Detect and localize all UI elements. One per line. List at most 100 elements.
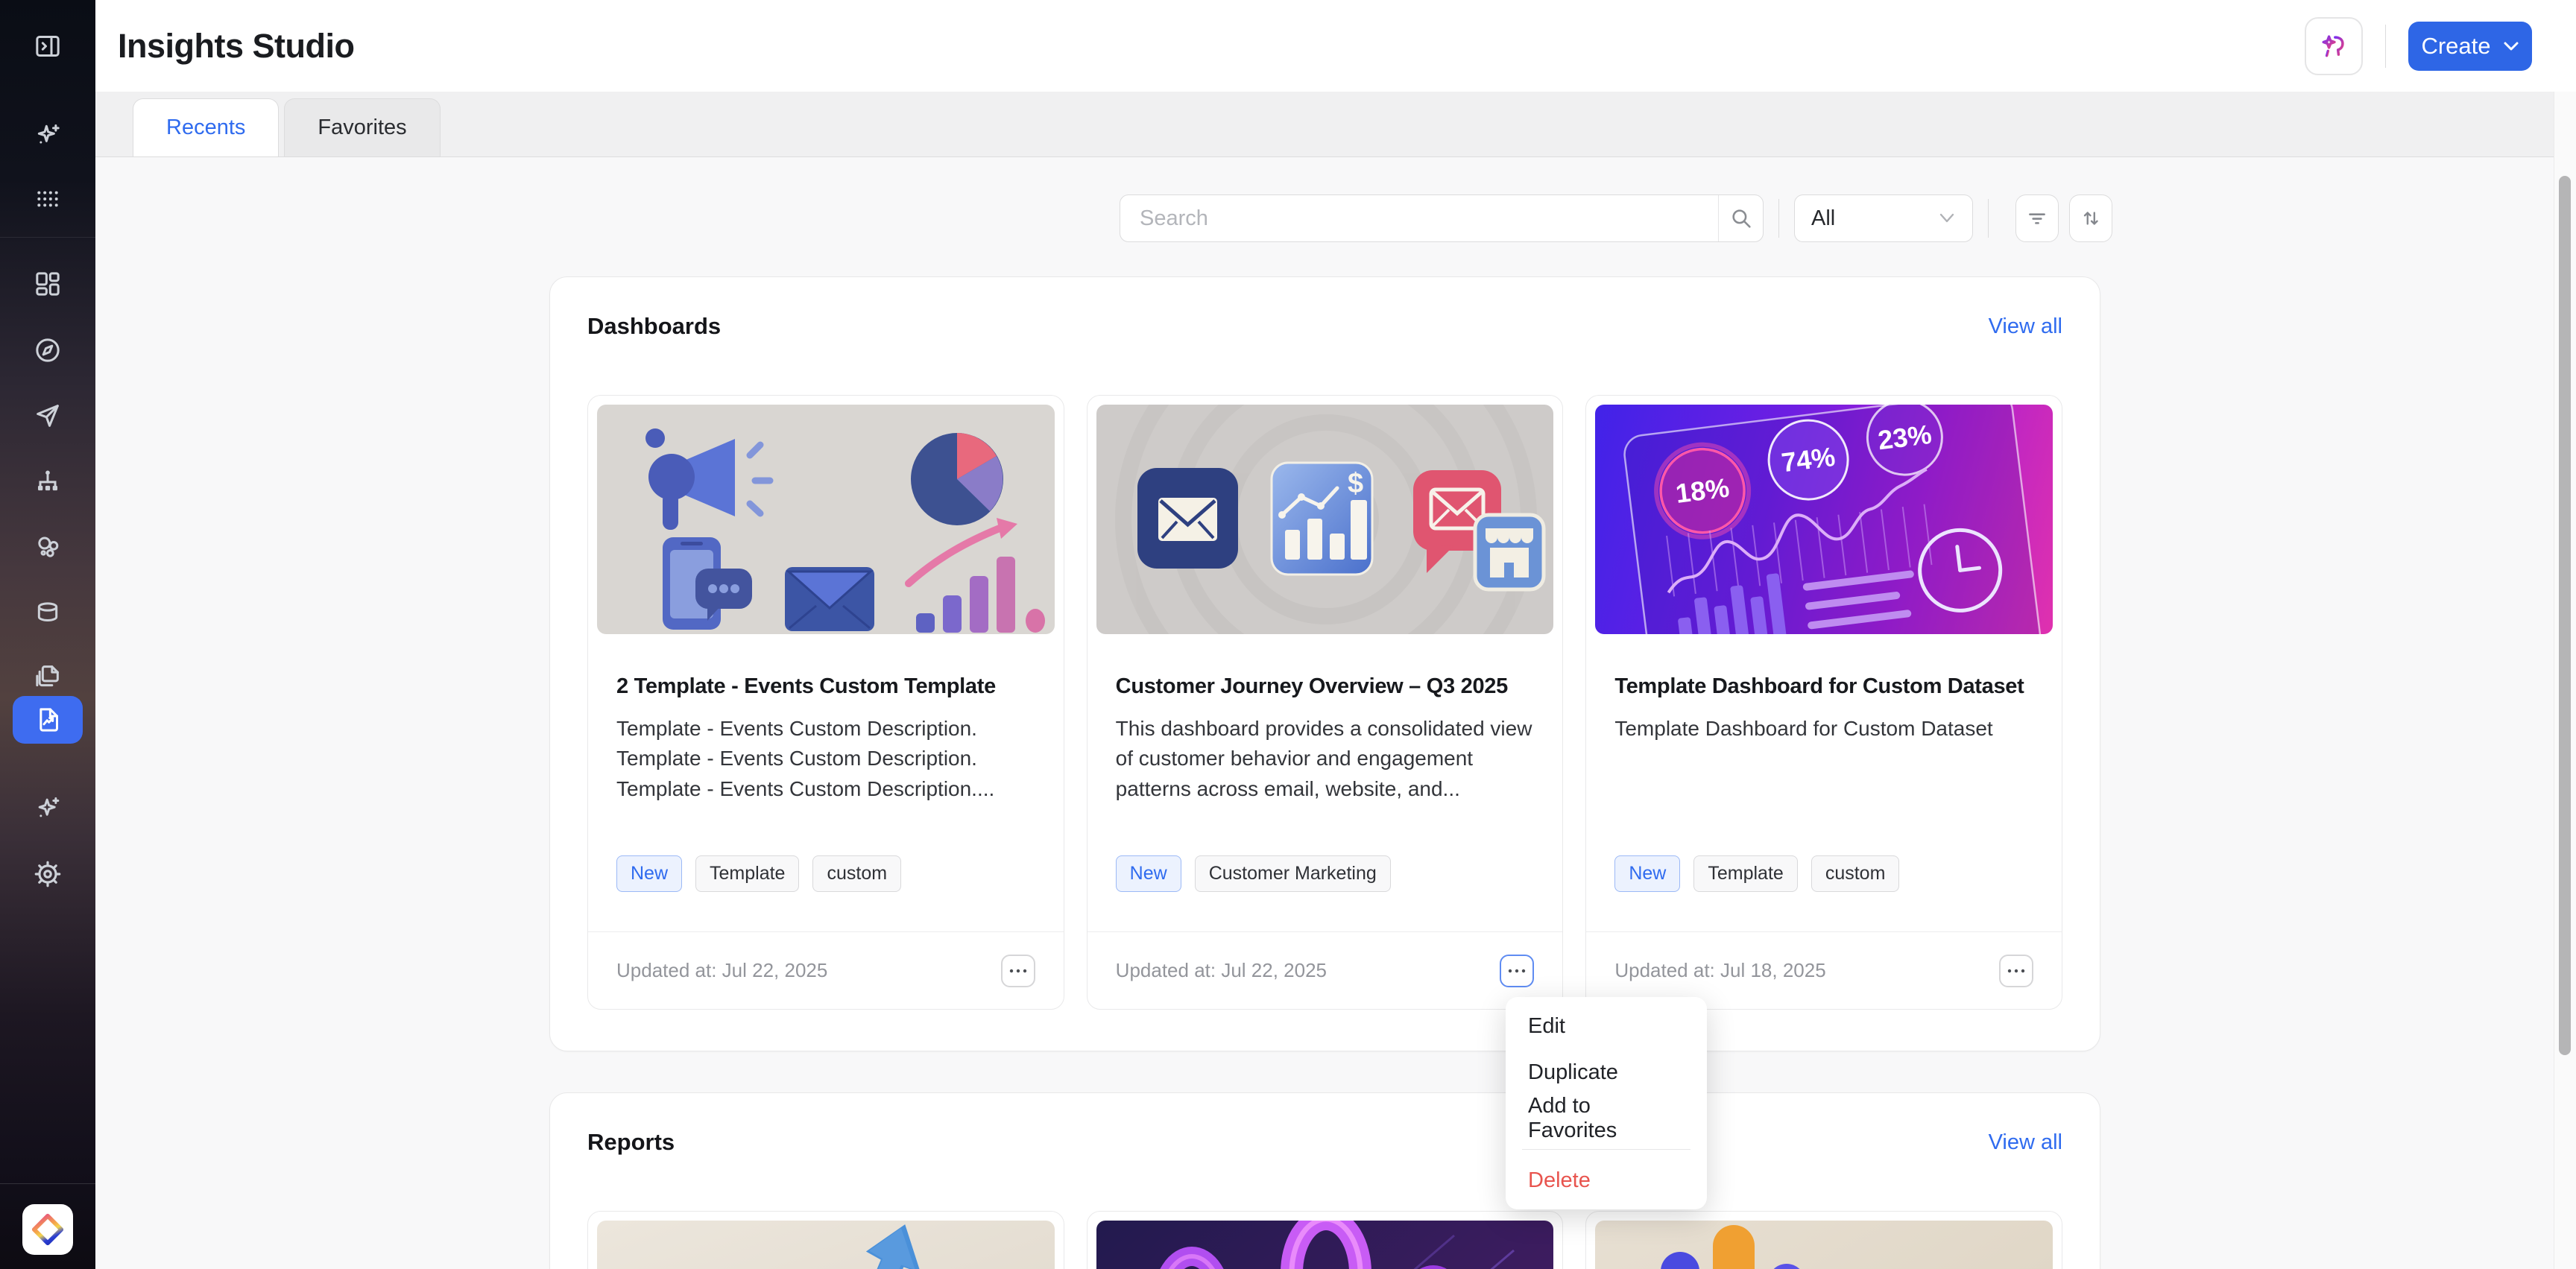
- scrollbar-thumb[interactable]: [2559, 176, 2571, 1055]
- card-title: Template Dashboard for Custom Dataset: [1614, 671, 2033, 702]
- section-title: Dashboards: [587, 313, 721, 340]
- ai-assistant-button[interactable]: [2305, 17, 2363, 75]
- dashboards-cards-row: 2 Template - Events Custom Template Temp…: [587, 395, 2062, 1010]
- dashboards-view-all-link[interactable]: View all: [1989, 314, 2062, 339]
- dashboards-section-header: Dashboards View all: [587, 311, 2062, 341]
- hierarchy-icon[interactable]: [31, 465, 64, 498]
- header-divider: [2385, 25, 2386, 68]
- compass-icon[interactable]: [31, 334, 64, 367]
- tabs: Recents Favorites: [133, 98, 441, 156]
- gear-icon[interactable]: [31, 858, 64, 890]
- layers-icon[interactable]: [31, 660, 64, 693]
- sort-button[interactable]: [2069, 194, 2112, 242]
- insights-doc-icon: [33, 705, 63, 735]
- tag: Customer Marketing: [1195, 855, 1391, 892]
- card-title: Customer Journey Overview – Q3 2025: [1116, 671, 1535, 702]
- sparkle-icon[interactable]: [31, 118, 64, 151]
- reports-section-header: Reports View all: [587, 1127, 2062, 1157]
- grid-dots-icon[interactable]: [31, 183, 64, 215]
- tag: custom: [812, 855, 901, 892]
- card-context-menu: Edit Duplicate Add to Favorites Delete: [1506, 997, 1707, 1209]
- dashboards-section: Dashboards View all: [549, 276, 2100, 1051]
- menu-divider: [1522, 1149, 1690, 1150]
- section-title: Reports: [587, 1129, 675, 1156]
- card-thumbnail: [597, 405, 1055, 634]
- report-thumbnail: [1096, 1221, 1554, 1269]
- chevron-down-icon: [2503, 41, 2519, 51]
- layout-icon[interactable]: [31, 268, 64, 300]
- menu-item-duplicate[interactable]: Duplicate: [1506, 1049, 1707, 1095]
- filter-button[interactable]: [2015, 194, 2059, 242]
- report-card[interactable]: [587, 1211, 1064, 1269]
- card-title: 2 Template - Events Custom Template: [616, 671, 1035, 702]
- sidebar-divider: [0, 237, 95, 238]
- header: Insights Studio Create: [95, 0, 2576, 92]
- type-filter-select[interactable]: All: [1794, 194, 1973, 242]
- dashboard-card[interactable]: 2 Template - Events Custom Template Temp…: [587, 395, 1064, 1010]
- card-thumbnail: 18% 74% 23%: [1595, 405, 2053, 634]
- card-footer: Updated at: Jul 22, 2025: [1087, 931, 1563, 1009]
- svg-text:23%: 23%: [1876, 419, 1933, 455]
- sidebar: [0, 0, 95, 1269]
- ellipsis-icon: [2007, 968, 2026, 974]
- tag-new: New: [616, 855, 682, 892]
- ellipsis-icon: [1507, 968, 1527, 974]
- bubbles-icon[interactable]: [31, 531, 64, 563]
- create-button[interactable]: Create: [2408, 22, 2532, 71]
- card-description: Template Dashboard for Custom Dataset: [1614, 714, 2033, 744]
- report-thumbnail: [597, 1221, 1055, 1269]
- search-submit[interactable]: [1718, 195, 1763, 241]
- card-description: Template - Events Custom Description. Te…: [616, 714, 1035, 806]
- card-more-button[interactable]: [1001, 955, 1035, 987]
- panel-toggle-icon[interactable]: [31, 30, 64, 63]
- reports-view-all-link[interactable]: View all: [1989, 1130, 2062, 1155]
- filter-lines-icon: [2025, 206, 2049, 230]
- tag-new: New: [1614, 855, 1680, 892]
- toolbar: All: [1120, 194, 2112, 242]
- ai-assistant-icon: [2317, 30, 2350, 63]
- card-updated-at: Updated at: Jul 22, 2025: [1116, 959, 1327, 982]
- card-body: Customer Journey Overview – Q3 2025 This…: [1087, 634, 1563, 931]
- reports-cards-row: [587, 1211, 2062, 1269]
- menu-item-delete[interactable]: Delete: [1506, 1157, 1707, 1203]
- report-thumbnail: [1595, 1221, 2053, 1269]
- card-tags: New Template custom: [1614, 855, 2033, 892]
- card-more-button[interactable]: [1999, 955, 2033, 987]
- card-tags: New Customer Marketing: [1116, 855, 1535, 892]
- tab-recents-label: Recents: [166, 115, 245, 140]
- search-icon: [1729, 206, 1754, 231]
- dashboard-card[interactable]: 18% 74% 23%: [1585, 395, 2062, 1010]
- tab-recents[interactable]: Recents: [133, 98, 279, 156]
- toolbar-divider: [1778, 199, 1779, 238]
- sort-arrows-icon: [2079, 206, 2103, 230]
- chevron-down-icon: [1938, 212, 1956, 224]
- tag: Template: [1693, 855, 1797, 892]
- search-box: [1120, 194, 1764, 242]
- send-icon[interactable]: [31, 399, 64, 432]
- header-actions: Create: [2305, 17, 2532, 75]
- scrollbar-track[interactable]: [2554, 92, 2576, 1269]
- report-card[interactable]: [1087, 1211, 1564, 1269]
- sparkles-icon[interactable]: [31, 791, 64, 824]
- card-more-button-open[interactable]: [1500, 955, 1534, 987]
- tag: Template: [695, 855, 799, 892]
- report-card[interactable]: [1585, 1211, 2062, 1269]
- dashboard-card[interactable]: $ Customer Journey Overview: [1087, 395, 1564, 1010]
- reports-section: Reports View all: [549, 1092, 2100, 1269]
- card-description: This dashboard provides a consolidated v…: [1116, 714, 1535, 806]
- card-updated-at: Updated at: Jul 18, 2025: [1614, 959, 1825, 982]
- database-icon[interactable]: [31, 596, 64, 629]
- tag-new: New: [1116, 855, 1181, 892]
- card-body: 2 Template - Events Custom Template Temp…: [588, 634, 1064, 931]
- tab-favorites[interactable]: Favorites: [284, 98, 440, 156]
- card-body: Template Dashboard for Custom Dataset Te…: [1586, 634, 2062, 931]
- brand-logo[interactable]: [22, 1204, 73, 1255]
- svg-text:$: $: [1348, 468, 1363, 499]
- search-input[interactable]: [1120, 195, 1718, 241]
- sidebar-item-insights-active[interactable]: [13, 696, 83, 744]
- menu-item-add-to-favorites[interactable]: Add to Favorites: [1506, 1095, 1707, 1142]
- menu-item-edit[interactable]: Edit: [1506, 1003, 1707, 1049]
- sidebar-divider: [0, 1183, 95, 1184]
- svg-text:74%: 74%: [1780, 441, 1837, 478]
- diamond-logo-icon: [31, 1212, 65, 1247]
